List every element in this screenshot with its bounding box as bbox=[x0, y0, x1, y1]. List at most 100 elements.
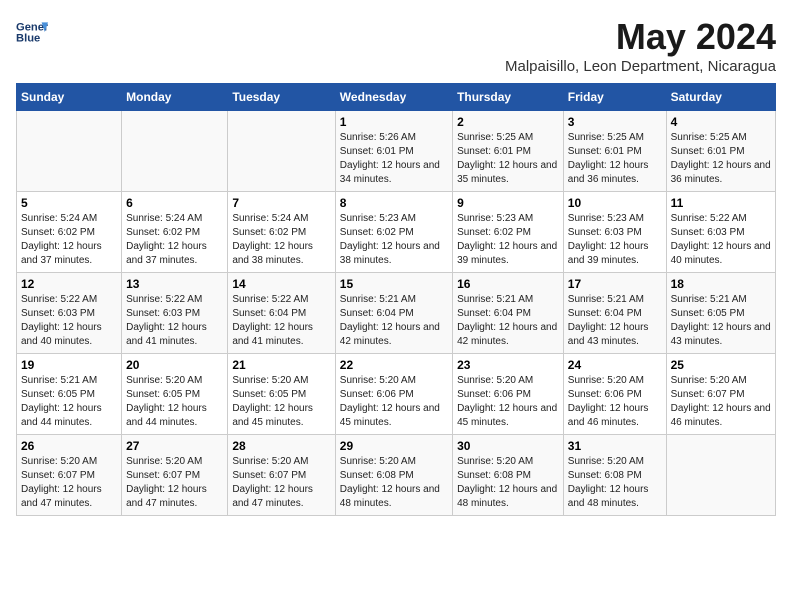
calendar-cell: 16 Sunrise: 5:21 AMSunset: 6:04 PMDayligh… bbox=[453, 273, 564, 354]
day-number: 28 bbox=[232, 439, 330, 453]
day-header-friday: Friday bbox=[563, 84, 666, 111]
calendar-cell bbox=[228, 111, 335, 192]
calendar-cell: 27 Sunrise: 5:20 AMSunset: 6:07 PMDayligh… bbox=[122, 435, 228, 516]
day-number: 23 bbox=[457, 358, 559, 372]
calendar-cell: 20 Sunrise: 5:20 AMSunset: 6:05 PMDayligh… bbox=[122, 354, 228, 435]
calendar-week-1: 1Sunrise: 5:26 AMSunset: 6:01 PMDaylight… bbox=[17, 111, 776, 192]
day-info: Sunrise: 5:20 AMSunset: 6:08 PMDaylight:… bbox=[457, 455, 559, 511]
day-number: 5 bbox=[21, 196, 117, 210]
day-info: Sunrise: 5:24 AMSunset: 6:02 PMDaylight:… bbox=[21, 212, 117, 268]
day-header-tuesday: Tuesday bbox=[228, 84, 335, 111]
calendar-week-3: 12 Sunrise: 5:22 AMSunset: 6:03 PMDayligh… bbox=[17, 273, 776, 354]
day-number: 25 bbox=[671, 358, 771, 372]
calendar-cell: 28 Sunrise: 5:20 AMSunset: 6:07 PMDayligh… bbox=[228, 435, 335, 516]
day-header-sunday: Sunday bbox=[17, 84, 122, 111]
day-info: Sunrise: 5:25 AMSunset: 6:01 PMDaylight:… bbox=[568, 131, 662, 187]
day-number: 3 bbox=[568, 115, 662, 129]
calendar-cell: 25Sunrise: 5:20 AMSunset: 6:07 PMDayligh… bbox=[666, 354, 775, 435]
calendar-week-5: 26 Sunrise: 5:20 AMSunset: 6:07 PMDayligh… bbox=[17, 435, 776, 516]
day-info: Sunrise: 5:21 AMSunset: 6:05 PMDaylight:… bbox=[671, 293, 771, 349]
calendar-cell: 3 Sunrise: 5:25 AMSunset: 6:01 PMDaylight… bbox=[563, 111, 666, 192]
day-number: 16 bbox=[457, 277, 559, 291]
calendar-cell bbox=[666, 435, 775, 516]
day-number: 19 bbox=[21, 358, 117, 372]
subtitle: Malpaisillo, Leon Department, Nicaragua bbox=[505, 58, 776, 75]
day-header-thursday: Thursday bbox=[453, 84, 564, 111]
calendar-header-row: SundayMondayTuesdayWednesdayThursdayFrid… bbox=[17, 84, 776, 111]
day-info: Sunrise: 5:23 AMSunset: 6:02 PMDaylight:… bbox=[340, 212, 448, 268]
day-number: 26 bbox=[21, 439, 117, 453]
calendar-cell: 8 Sunrise: 5:23 AMSunset: 6:02 PMDaylight… bbox=[335, 192, 452, 273]
calendar-cell: 10 Sunrise: 5:23 AMSunset: 6:03 PMDayligh… bbox=[563, 192, 666, 273]
day-number: 1 bbox=[340, 115, 448, 129]
day-number: 21 bbox=[232, 358, 330, 372]
calendar-cell: 14 Sunrise: 5:22 AMSunset: 6:04 PMDayligh… bbox=[228, 273, 335, 354]
day-number: 8 bbox=[340, 196, 448, 210]
day-number: 4 bbox=[671, 115, 771, 129]
day-number: 27 bbox=[126, 439, 223, 453]
day-info: Sunrise: 5:23 AMSunset: 6:03 PMDaylight:… bbox=[568, 212, 662, 268]
day-number: 17 bbox=[568, 277, 662, 291]
day-header-monday: Monday bbox=[122, 84, 228, 111]
svg-text:Blue: Blue bbox=[16, 33, 40, 45]
calendar-week-2: 5 Sunrise: 5:24 AMSunset: 6:02 PMDaylight… bbox=[17, 192, 776, 273]
day-number: 11 bbox=[671, 196, 771, 210]
day-info: Sunrise: 5:20 AMSunset: 6:05 PMDaylight:… bbox=[232, 374, 330, 430]
calendar-cell: 12 Sunrise: 5:22 AMSunset: 6:03 PMDayligh… bbox=[17, 273, 122, 354]
day-info: Sunrise: 5:20 AMSunset: 6:08 PMDaylight:… bbox=[340, 455, 448, 511]
day-number: 10 bbox=[568, 196, 662, 210]
logo: General Blue bbox=[16, 16, 48, 48]
day-info: Sunrise: 5:22 AMSunset: 6:04 PMDaylight:… bbox=[232, 293, 330, 349]
day-number: 30 bbox=[457, 439, 559, 453]
calendar-cell bbox=[122, 111, 228, 192]
day-info: Sunrise: 5:20 AMSunset: 6:07 PMDaylight:… bbox=[21, 455, 117, 511]
day-info: Sunrise: 5:24 AMSunset: 6:02 PMDaylight:… bbox=[232, 212, 330, 268]
day-number: 22 bbox=[340, 358, 448, 372]
day-header-saturday: Saturday bbox=[666, 84, 775, 111]
calendar-cell: 21 Sunrise: 5:20 AMSunset: 6:05 PMDayligh… bbox=[228, 354, 335, 435]
calendar-cell: 4 Sunrise: 5:25 AMSunset: 6:01 PMDaylight… bbox=[666, 111, 775, 192]
day-info: Sunrise: 5:21 AMSunset: 6:04 PMDaylight:… bbox=[457, 293, 559, 349]
calendar-body: 1Sunrise: 5:26 AMSunset: 6:01 PMDaylight… bbox=[17, 111, 776, 516]
day-number: 2 bbox=[457, 115, 559, 129]
day-info: Sunrise: 5:20 AMSunset: 6:05 PMDaylight:… bbox=[126, 374, 223, 430]
title-block: May 2024 Malpaisillo, Leon Department, N… bbox=[505, 16, 776, 75]
calendar-cell: 18 Sunrise: 5:21 AMSunset: 6:05 PMDayligh… bbox=[666, 273, 775, 354]
calendar-cell: 11Sunrise: 5:22 AMSunset: 6:03 PMDayligh… bbox=[666, 192, 775, 273]
calendar-cell: 1Sunrise: 5:26 AMSunset: 6:01 PMDaylight… bbox=[335, 111, 452, 192]
calendar-cell: 23 Sunrise: 5:20 AMSunset: 6:06 PMDayligh… bbox=[453, 354, 564, 435]
day-info: Sunrise: 5:20 AMSunset: 6:07 PMDaylight:… bbox=[126, 455, 223, 511]
day-info: Sunrise: 5:25 AMSunset: 6:01 PMDaylight:… bbox=[671, 131, 771, 187]
day-number: 20 bbox=[126, 358, 223, 372]
day-header-wednesday: Wednesday bbox=[335, 84, 452, 111]
day-info: Sunrise: 5:21 AMSunset: 6:05 PMDaylight:… bbox=[21, 374, 117, 430]
calendar-cell: 26 Sunrise: 5:20 AMSunset: 6:07 PMDayligh… bbox=[17, 435, 122, 516]
day-number: 18 bbox=[671, 277, 771, 291]
day-number: 6 bbox=[126, 196, 223, 210]
calendar-cell: 31Sunrise: 5:20 AMSunset: 6:08 PMDayligh… bbox=[563, 435, 666, 516]
main-title: May 2024 bbox=[505, 16, 776, 58]
day-info: Sunrise: 5:24 AMSunset: 6:02 PMDaylight:… bbox=[126, 212, 223, 268]
day-info: Sunrise: 5:22 AMSunset: 6:03 PMDaylight:… bbox=[126, 293, 223, 349]
page-header: General Blue May 2024 Malpaisillo, Leon … bbox=[16, 16, 776, 75]
day-info: Sunrise: 5:20 AMSunset: 6:06 PMDaylight:… bbox=[568, 374, 662, 430]
day-number: 24 bbox=[568, 358, 662, 372]
day-info: Sunrise: 5:20 AMSunset: 6:06 PMDaylight:… bbox=[340, 374, 448, 430]
day-info: Sunrise: 5:20 AMSunset: 6:08 PMDaylight:… bbox=[568, 455, 662, 511]
day-number: 12 bbox=[21, 277, 117, 291]
day-info: Sunrise: 5:21 AMSunset: 6:04 PMDaylight:… bbox=[340, 293, 448, 349]
day-number: 13 bbox=[126, 277, 223, 291]
calendar-cell: 13 Sunrise: 5:22 AMSunset: 6:03 PMDayligh… bbox=[122, 273, 228, 354]
calendar-cell bbox=[17, 111, 122, 192]
day-number: 14 bbox=[232, 277, 330, 291]
day-info: Sunrise: 5:25 AMSunset: 6:01 PMDaylight:… bbox=[457, 131, 559, 187]
day-info: Sunrise: 5:20 AMSunset: 6:06 PMDaylight:… bbox=[457, 374, 559, 430]
day-info: Sunrise: 5:23 AMSunset: 6:02 PMDaylight:… bbox=[457, 212, 559, 268]
day-number: 7 bbox=[232, 196, 330, 210]
day-info: Sunrise: 5:20 AMSunset: 6:07 PMDaylight:… bbox=[232, 455, 330, 511]
day-info: Sunrise: 5:22 AMSunset: 6:03 PMDaylight:… bbox=[21, 293, 117, 349]
calendar-cell: 7 Sunrise: 5:24 AMSunset: 6:02 PMDaylight… bbox=[228, 192, 335, 273]
day-number: 15 bbox=[340, 277, 448, 291]
calendar-week-4: 19 Sunrise: 5:21 AMSunset: 6:05 PMDayligh… bbox=[17, 354, 776, 435]
calendar-cell: 17Sunrise: 5:21 AMSunset: 6:04 PMDayligh… bbox=[563, 273, 666, 354]
